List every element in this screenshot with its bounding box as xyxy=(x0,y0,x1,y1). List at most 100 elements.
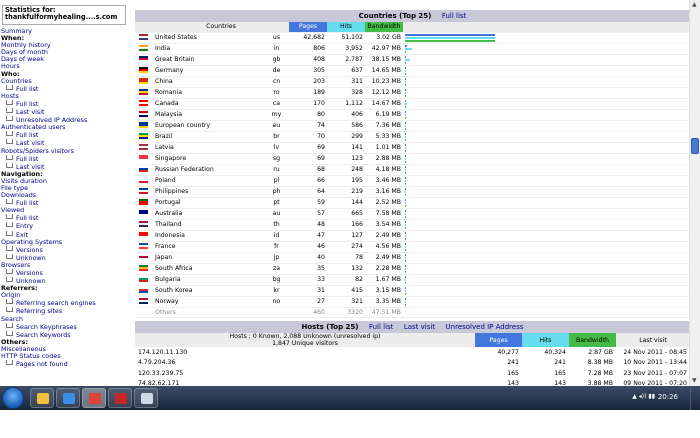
country-hits: 123 xyxy=(327,153,365,165)
show-desktop-button[interactable] xyxy=(690,386,700,410)
host-row: 120.33.239.75 165 165 7.28 MB 23 Nov 2011 - … xyxy=(135,368,690,379)
pt-flag-icon xyxy=(139,199,148,205)
nav-http-status[interactable]: HTTP Status codes xyxy=(1,352,133,360)
hits-bar xyxy=(405,179,406,182)
nav-hosts[interactable]: Hosts xyxy=(1,92,133,100)
nav-auth-full-list[interactable]: Full list xyxy=(1,131,133,139)
country-bars-cell xyxy=(403,164,690,176)
hosts-unresolved-link[interactable]: Unresolved IP Address xyxy=(446,323,524,331)
nav-robots[interactable]: Robots/Spiders visitors xyxy=(1,147,133,155)
country-flag-cell xyxy=(135,98,153,110)
country-bars-cell xyxy=(403,186,690,198)
za-flag-icon xyxy=(139,265,148,271)
sg-flag-icon xyxy=(139,155,148,161)
nav-hosts-full-list[interactable]: Full list xyxy=(1,100,133,108)
country-pages: 68 xyxy=(289,164,327,176)
scroll-down-arrow-icon[interactable]: ▼ xyxy=(692,377,697,384)
country-hits: 144 xyxy=(327,197,365,209)
taskbar-explorer-button[interactable] xyxy=(30,388,54,408)
country-bandwidth: 3.16 MB xyxy=(365,186,403,198)
nav-origin[interactable]: Origin xyxy=(1,292,133,299)
nav-search-keyphrases[interactable]: Search Keyphrases xyxy=(1,323,133,331)
scroll-up-arrow-icon[interactable]: ▲ xyxy=(692,1,697,8)
country-bars-cell xyxy=(403,175,690,187)
nav-search[interactable]: Search xyxy=(1,315,133,323)
nav-browsers-versions[interactable]: Versions xyxy=(1,269,133,277)
nav-countries-full-list[interactable]: Full list xyxy=(1,85,133,93)
pages-bar xyxy=(405,55,406,58)
bandwidth-bar xyxy=(405,292,406,295)
bandwidth-bar xyxy=(405,94,406,97)
country-row: South Africa za 35 132 2.28 MB xyxy=(135,263,690,275)
host-last-visit: 23 Nov 2011 - 07:07 xyxy=(623,369,687,377)
nav-viewed-entry[interactable]: Entry xyxy=(1,222,133,230)
nav-downloads[interactable]: Downloads xyxy=(1,191,133,199)
nav-browsers[interactable]: Browsers xyxy=(1,261,133,269)
hits-bar xyxy=(405,223,406,226)
pages-bar xyxy=(405,231,406,234)
nav-pages-not-found[interactable]: Pages not found xyxy=(1,360,133,368)
country-bandwidth: 3.46 MB xyxy=(365,175,403,187)
host-hits: 40,324 xyxy=(544,348,566,356)
country-bandwidth: 1.01 MB xyxy=(365,142,403,154)
country-flag-cell xyxy=(135,54,153,66)
country-flag-cell xyxy=(135,131,153,143)
country-bandwidth: 7.58 MB xyxy=(365,208,403,220)
country-bandwidth: 6.19 MB xyxy=(365,109,403,121)
country-pages: 305 xyxy=(289,65,327,77)
taskbar-ie-button[interactable] xyxy=(56,388,80,408)
taskbar-filezilla-button[interactable] xyxy=(108,388,132,408)
country-code: ph xyxy=(264,186,289,198)
country-flag-cell xyxy=(135,219,153,231)
nav-hours[interactable]: Hours xyxy=(1,63,133,70)
country-bandwidth: 2.28 MB xyxy=(365,263,403,275)
country-name: Thailand xyxy=(153,219,264,231)
nav-countries[interactable]: Countries xyxy=(1,77,133,85)
start-button[interactable] xyxy=(2,387,24,409)
eu-flag-icon xyxy=(139,122,148,128)
taskbar-clock[interactable]: 20:26 xyxy=(658,393,678,401)
nav-robots-full-list[interactable]: Full list xyxy=(1,155,133,163)
nav-viewed[interactable]: Viewed xyxy=(1,207,133,214)
country-name: Japan xyxy=(153,252,264,264)
vertical-scrollbar[interactable]: ▲ ▼ xyxy=(689,0,700,386)
hits-bar xyxy=(405,80,406,83)
nav-operating-systems[interactable]: Operating Systems xyxy=(1,238,133,246)
nav-days-of-week[interactable]: Days of week xyxy=(1,56,133,63)
nav-os-versions[interactable]: Versions xyxy=(1,246,133,254)
hosts-last-visit-link[interactable]: Last visit xyxy=(404,323,435,331)
country-bars-cell xyxy=(403,219,690,231)
nav-referring-engines[interactable]: Referring search engines xyxy=(1,299,133,307)
country-name: South Africa xyxy=(153,263,264,275)
country-flag-cell xyxy=(135,296,153,308)
country-code: eu xyxy=(264,120,289,132)
nav-viewed-full-list[interactable]: Full list xyxy=(1,214,133,222)
country-name: China xyxy=(153,76,264,88)
nav-hosts-last-visit[interactable]: Last visit xyxy=(1,108,133,116)
cn-flag-icon xyxy=(139,78,148,84)
pages-bar xyxy=(405,66,406,69)
country-code: ca xyxy=(264,98,289,110)
hits-bar xyxy=(405,102,407,105)
country-row: China cn 203 311 10.23 MB xyxy=(135,76,690,88)
host-last-visit: 10 Nov 2011 - 13:44 xyxy=(623,359,687,367)
hosts-header-last-visit: Last visit xyxy=(616,333,690,347)
header-bandwidth: Bandwidth xyxy=(365,22,403,33)
country-pages: 806 xyxy=(289,43,327,55)
stats-for-box: Statistics for: thankfulformyhealing....… xyxy=(2,5,126,25)
country-hits: 415 xyxy=(327,285,365,297)
taskbar-window-button[interactable] xyxy=(134,388,158,408)
taskbar-chrome-button[interactable] xyxy=(82,388,106,408)
in-flag-icon xyxy=(139,45,148,51)
country-bandwidth: 2.88 MB xyxy=(365,153,403,165)
bandwidth-bar xyxy=(405,226,406,229)
country-code: de xyxy=(264,65,289,77)
hosts-full-list-link[interactable]: Full list xyxy=(369,323,393,331)
country-row: Japan jp 40 78 2.49 MB xyxy=(135,252,690,264)
scrollbar-thumb[interactable] xyxy=(691,138,699,154)
sidebar-menu: Statistics for: thankfulformyhealing....… xyxy=(0,0,133,400)
nav-auth-users[interactable]: Authenticated users xyxy=(1,124,133,131)
country-pages: 70 xyxy=(289,131,327,143)
system-tray-icons[interactable]: ▲ ◂)) ▮▮ xyxy=(632,393,655,400)
countries-full-list-link[interactable]: Full list xyxy=(442,12,466,20)
